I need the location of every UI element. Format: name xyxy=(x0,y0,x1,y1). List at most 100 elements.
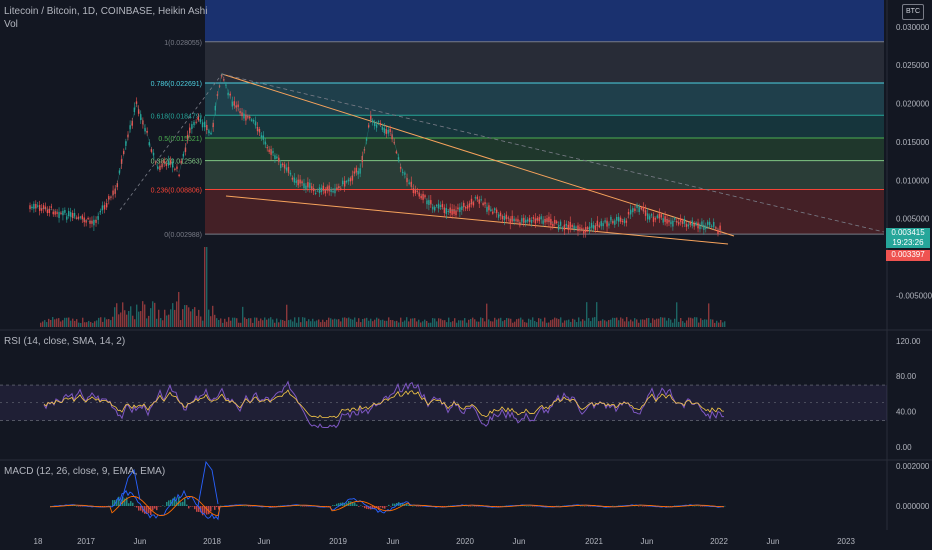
fib-level-label: 0.5(0.015521) xyxy=(158,136,202,143)
price-candle xyxy=(38,205,41,211)
macd-histogram-bar xyxy=(164,505,166,507)
price-candle xyxy=(58,212,60,218)
currency-badge[interactable]: BTC xyxy=(902,4,924,20)
volume-bar xyxy=(170,309,172,327)
time-axis[interactable]: 18 2017 Jun 2018 Jun 2019 Jun 2020 Jun 2021 Jun 202… xyxy=(34,537,856,546)
volume-bar xyxy=(678,321,680,327)
volume-bar xyxy=(646,318,648,327)
volume-bar xyxy=(564,320,566,327)
volume-bar xyxy=(244,317,246,327)
volume-bar xyxy=(544,317,546,327)
volume-bar xyxy=(302,317,304,327)
price-candle xyxy=(555,221,558,224)
volume-bar xyxy=(614,317,616,327)
price-candle xyxy=(577,225,579,232)
volume-bar xyxy=(358,318,360,327)
price-candle xyxy=(295,180,297,183)
volume-bar xyxy=(652,318,654,327)
volume-bar xyxy=(394,321,396,327)
macd-axis-tick: 0.002000 xyxy=(896,462,930,471)
volume-label[interactable]: Vol xyxy=(4,19,18,30)
volume-bar xyxy=(392,320,394,327)
price-candle xyxy=(575,226,577,228)
price-candle xyxy=(546,218,548,222)
volume-bar xyxy=(64,317,66,327)
volume-bar xyxy=(106,319,108,327)
volume-bar xyxy=(542,321,544,327)
volume-bar xyxy=(254,317,256,327)
symbol-title[interactable]: Litecoin / Bitcoin, 1D, COINBASE, Heikin… xyxy=(4,6,207,17)
fibonacci-retracement[interactable]: 1(0.028055) 0.786(0.022691) 0.618(0.018479… xyxy=(151,0,884,239)
price-candle xyxy=(625,220,628,223)
volume-bar xyxy=(288,320,290,327)
volume-bar xyxy=(278,322,280,327)
macd-histogram-bar xyxy=(196,506,198,512)
volume-bar xyxy=(570,321,572,327)
volume-bar xyxy=(370,318,372,327)
time-axis-label: 2017 xyxy=(77,537,95,546)
macd-histogram-bar xyxy=(392,503,394,506)
price-candle xyxy=(705,226,707,229)
volume-bar xyxy=(258,320,260,327)
volume-bar xyxy=(414,318,416,327)
rsi-title[interactable]: RSI (14, close, SMA, 14, 2) xyxy=(4,336,125,347)
price-candle xyxy=(617,216,620,222)
price-candle xyxy=(178,174,180,177)
low-price: 0.003397 xyxy=(891,250,925,259)
volume-bar xyxy=(416,321,418,327)
volume-bar xyxy=(640,319,642,327)
volume-bar xyxy=(468,319,470,327)
volume-bar xyxy=(46,322,48,327)
price-candle xyxy=(583,230,585,234)
macd-histogram-bar xyxy=(696,505,698,507)
price-candle xyxy=(377,121,380,123)
price-candle xyxy=(552,223,554,227)
rsi-pane: 120.00 80.00 40.00 0.00 xyxy=(0,337,921,452)
volume-bar xyxy=(328,317,330,327)
volume-bar xyxy=(226,321,228,327)
volume-bar xyxy=(138,311,140,327)
price-candle xyxy=(309,182,311,188)
time-axis-label: Jun xyxy=(258,537,271,546)
volume-bar xyxy=(558,319,560,327)
price-candle xyxy=(717,229,719,234)
price-candle xyxy=(707,221,709,225)
price-candle xyxy=(713,221,715,227)
price-candle xyxy=(272,151,274,153)
volume-bar xyxy=(516,319,518,327)
volume-bar xyxy=(668,318,670,327)
volume-bar xyxy=(424,319,426,327)
volume-bar xyxy=(98,317,100,327)
volume-bar xyxy=(664,317,666,327)
price-candle xyxy=(318,187,321,194)
volume-bar xyxy=(154,302,156,327)
price-candle xyxy=(470,198,473,205)
volume-bar xyxy=(54,319,56,327)
volume-bar xyxy=(446,322,448,327)
price-candle xyxy=(195,121,197,123)
macd-histogram-bar xyxy=(384,506,386,509)
macd-title[interactable]: MACD (12, 26, close, 9, EMA, EMA) xyxy=(4,466,165,477)
volume-bar xyxy=(638,322,640,327)
price-candle xyxy=(266,147,268,149)
volume-bar xyxy=(68,317,70,327)
fib-zone xyxy=(205,137,884,161)
price-candle xyxy=(689,221,691,225)
price-candle xyxy=(328,185,330,192)
price-candle xyxy=(494,208,496,211)
time-axis-label: 2021 xyxy=(585,537,603,546)
macd-histogram-bar xyxy=(700,506,702,507)
volume-bar xyxy=(622,318,624,327)
price-candle xyxy=(474,197,477,199)
volume-bar xyxy=(284,320,286,327)
volume-bar xyxy=(132,315,134,327)
price-candle xyxy=(46,209,49,214)
volume-bar xyxy=(418,319,420,327)
volume-bar xyxy=(628,321,630,327)
macd-histogram-bar xyxy=(362,506,364,507)
volume-bar xyxy=(250,318,252,327)
price-candle xyxy=(695,222,697,225)
volume-bar xyxy=(136,304,138,327)
fib-zone-extension xyxy=(205,0,884,42)
volume-bar xyxy=(152,301,154,327)
